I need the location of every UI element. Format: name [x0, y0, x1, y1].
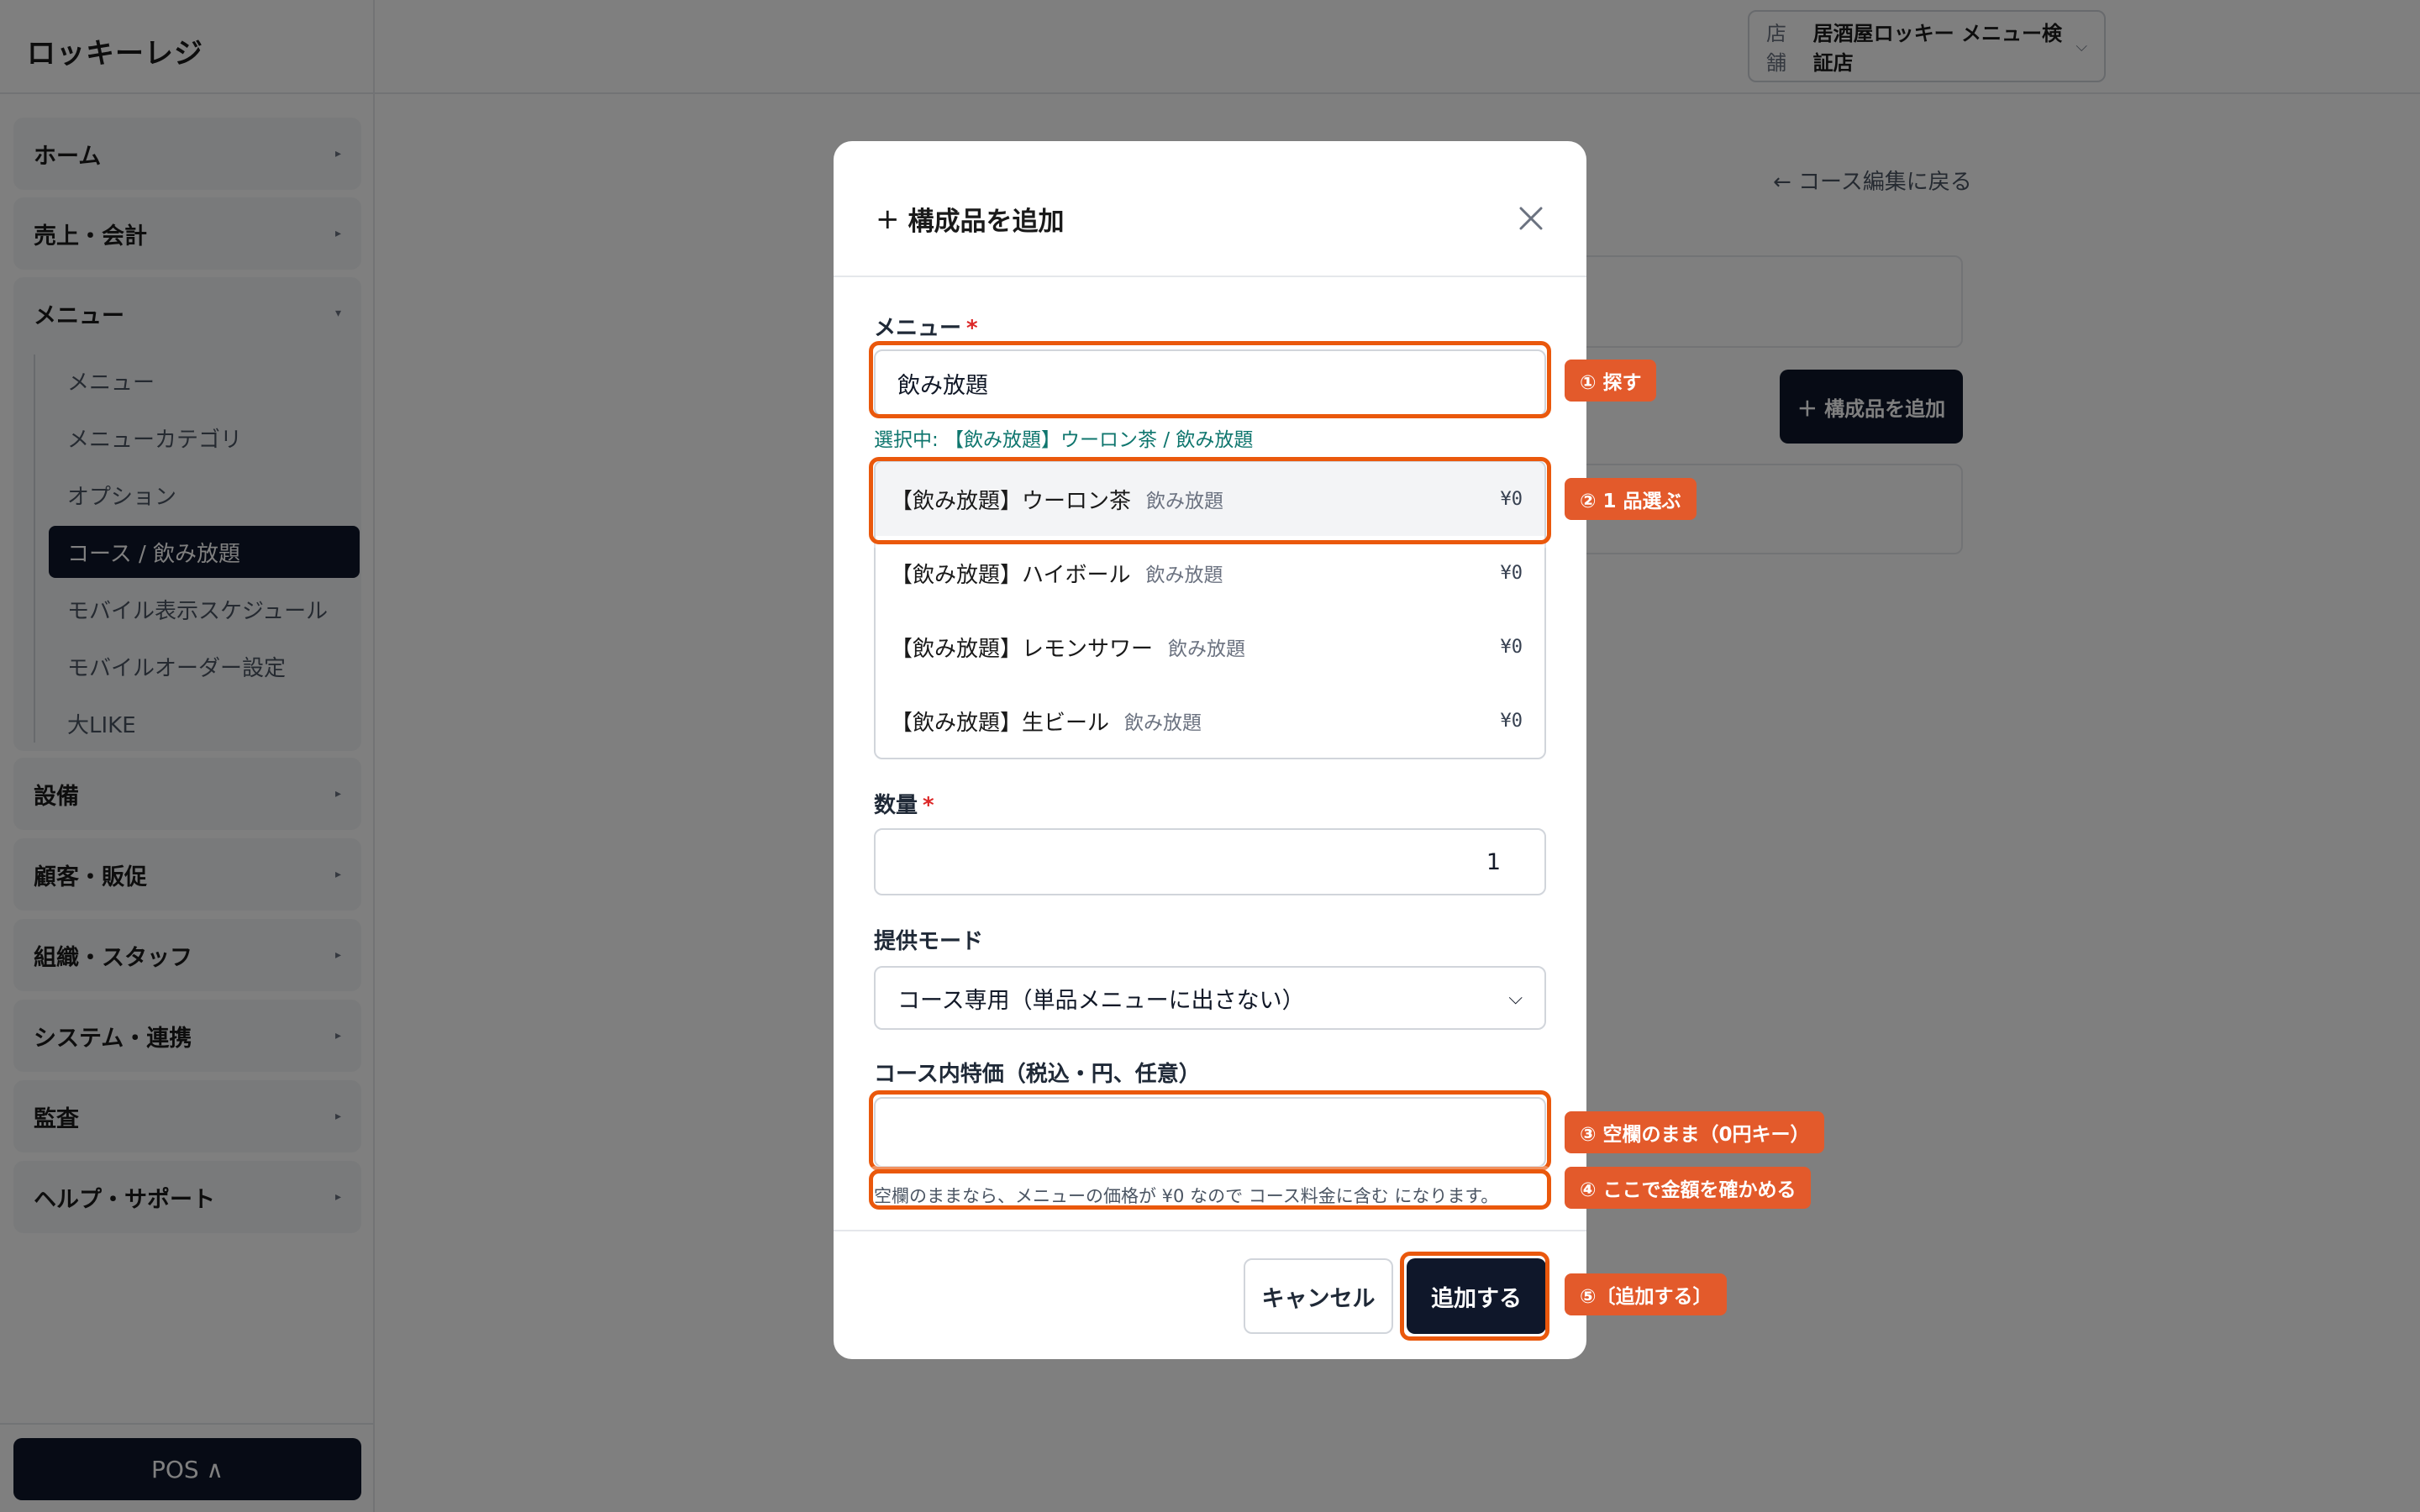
chevron-down-icon: ⌵ — [1508, 987, 1523, 1009]
annotation-badge-4: ④ ここで金額を確かめる — [1565, 1167, 1812, 1209]
highlight-add-button — [1400, 1252, 1549, 1341]
annotation-badge-1: ① 探す — [1565, 360, 1657, 402]
mode-select-value: コース専用（単品メニューに出さない） — [897, 987, 1305, 1014]
divider — [834, 1230, 1586, 1231]
divider — [834, 276, 1586, 277]
modal-title-text: 構成品を追加 — [908, 207, 1065, 237]
plus-icon: + — [876, 202, 900, 236]
menu-field-label: メニュー * — [874, 316, 978, 341]
quantity-input[interactable]: 1 — [874, 828, 1546, 895]
mode-field-label: 提供モード — [874, 929, 984, 954]
list-item[interactable]: 【飲み放題】ハイボール 飲み放題 ¥0 — [876, 536, 1544, 610]
quantity-field-label: 数量 * — [874, 793, 934, 818]
mode-select[interactable]: コース専用（単品メニューに出さない） ⌵ — [874, 966, 1546, 1030]
annotation-badge-3: ③ 空欄のまま（0円キー） — [1565, 1111, 1825, 1153]
highlight-first-item — [869, 457, 1551, 544]
annotation-badge-5: ⑤〔追加する〕 — [1565, 1273, 1728, 1315]
cancel-button[interactable]: キャンセル — [1244, 1258, 1393, 1334]
highlight-hint — [869, 1169, 1551, 1210]
selected-menu-note: 選択中: 【飲み放題】ウーロン茶 / 飲み放題 — [874, 429, 1254, 451]
special-price-label: コース内特価（税込・円、任意） — [874, 1062, 1201, 1087]
annotation-badge-2: ② 1 品選ぶ — [1565, 478, 1697, 520]
highlight-special-price — [869, 1090, 1551, 1171]
modal-title: + 構成品を追加 — [876, 200, 1065, 238]
close-icon[interactable] — [1514, 202, 1548, 235]
list-item[interactable]: 【飲み放題】生ビール 飲み放題 ¥0 — [876, 684, 1544, 758]
highlight-search — [869, 341, 1551, 418]
list-item[interactable]: 【飲み放題】レモンサワー 飲み放題 ¥0 — [876, 610, 1544, 684]
quantity-value: 1 — [1486, 848, 1501, 875]
